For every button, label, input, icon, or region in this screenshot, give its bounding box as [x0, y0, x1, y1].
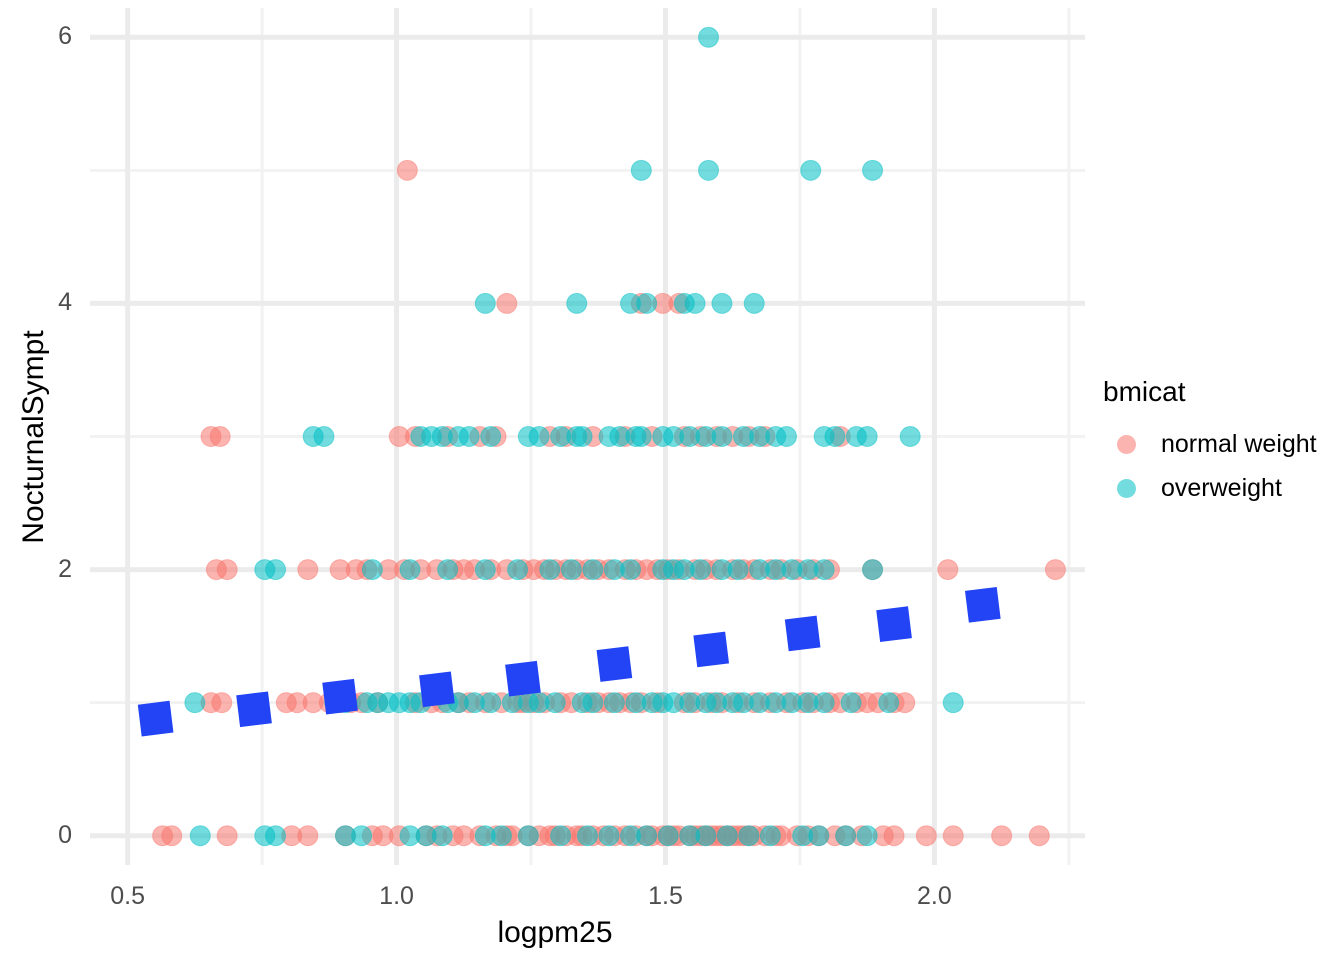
- x-tick-label-2.0: 2.0: [917, 882, 952, 910]
- x-tick-label-1.5: 1.5: [648, 882, 683, 910]
- legend-title: bmicat: [1103, 376, 1186, 407]
- scatter-plot-figure: 0246 0.5 1.0 1.5 2.0 logpm25 NocturnalSympt…: [0, 0, 1344, 960]
- x-tick-label-0.5: 0.5: [110, 882, 146, 910]
- binned-mean-markers: [137, 587, 1001, 737]
- x-axis-title: logpm25: [497, 916, 613, 949]
- legend-item-normal-weight[interactable]: normal weight: [1103, 422, 1338, 466]
- legend-label-normal-weight: normal weight: [1161, 429, 1317, 458]
- y-tick-label-0: 0: [58, 820, 72, 849]
- circle-icon: [1116, 478, 1136, 498]
- legend-item-overweight[interactable]: overweight: [1103, 466, 1338, 510]
- legend-key-overweight: [1103, 478, 1149, 498]
- plot-canvas: [90, 8, 1085, 865]
- x-tick-label-1.0: 1.0: [379, 882, 414, 910]
- series-normal-weight-points: [152, 159, 1066, 847]
- circle-icon: [1116, 434, 1136, 454]
- y-axis-title: NocturnalSympt: [17, 330, 50, 544]
- legend-key-normal-weight: [1103, 434, 1149, 454]
- plot-panel: [90, 8, 1085, 865]
- legend-label-overweight: overweight: [1161, 473, 1282, 502]
- y-tick-label-6: 6: [58, 22, 72, 51]
- legend: bmicat normal weight overweight: [1103, 378, 1338, 510]
